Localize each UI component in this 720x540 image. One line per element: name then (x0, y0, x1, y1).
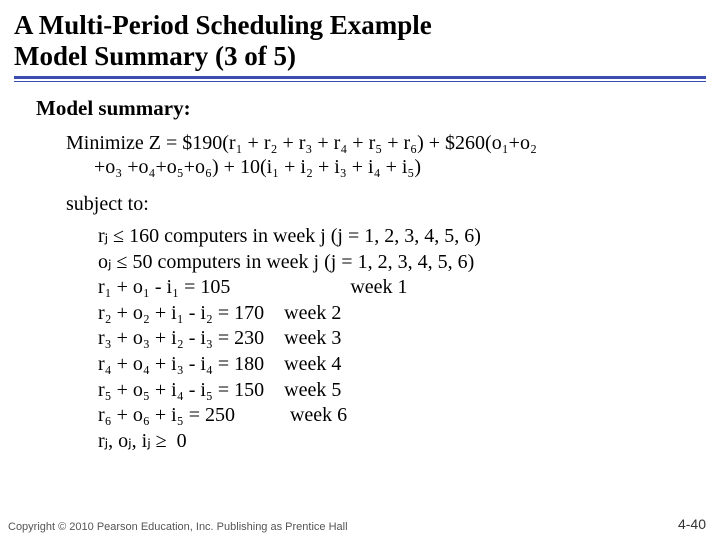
objective-line-1: Minimize Z = $190(r₁ + r₂ + r₃ + r₄ + r₅… (66, 132, 537, 154)
section-heading: Model summary: (36, 96, 706, 121)
constraint-block: rⱼ ≤ 160 computers in week j (j = 1, 2, … (98, 224, 706, 454)
constraint-r: rⱼ ≤ 160 computers in week j (j = 1, 2, … (98, 224, 706, 250)
title-line-2: Model Summary (3 of 5) (14, 41, 296, 71)
constraint-week1: r₁ + o₁ - i₁ = 105 week 1 (98, 275, 706, 301)
objective-function: Minimize Z = $190(r₁ + r₂ + r₃ + r₄ + r₅… (66, 131, 670, 179)
constraint-week4: r₄ + o₄ + i₃ - i₄ = 180 week 4 (98, 352, 706, 378)
constraint-week2: r₂ + o₂ + i₁ - i₂ = 170 week 2 (98, 301, 706, 327)
constraint-week3: r₃ + o₃ + i₂ - i₃ = 230 week 3 (98, 326, 706, 352)
title-line-1: A Multi-Period Scheduling Example (14, 10, 432, 40)
subject-to-label: subject to: (66, 193, 706, 216)
copyright-text: Copyright © 2010 Pearson Education, Inc.… (8, 521, 348, 534)
constraint-week6: r₆ + o₆ + i₅ = 250 week 6 (98, 403, 706, 429)
constraint-o: oⱼ ≤ 50 computers in week j (j = 1, 2, 3… (98, 250, 706, 276)
slide-title: A Multi-Period Scheduling Example Model … (14, 10, 706, 72)
constraint-nonneg: rⱼ, oⱼ, iⱼ ≥ 0 (98, 429, 706, 455)
objective-line-2: +o₃ +o₄+o₅+o₆) + 10(i₁ + i₂ + i₃ + i₄ + … (66, 155, 670, 179)
constraint-week5: r₅ + o₅ + i₄ - i₅ = 150 week 5 (98, 378, 706, 404)
title-underline (14, 76, 706, 82)
page-number: 4-40 (678, 516, 706, 532)
